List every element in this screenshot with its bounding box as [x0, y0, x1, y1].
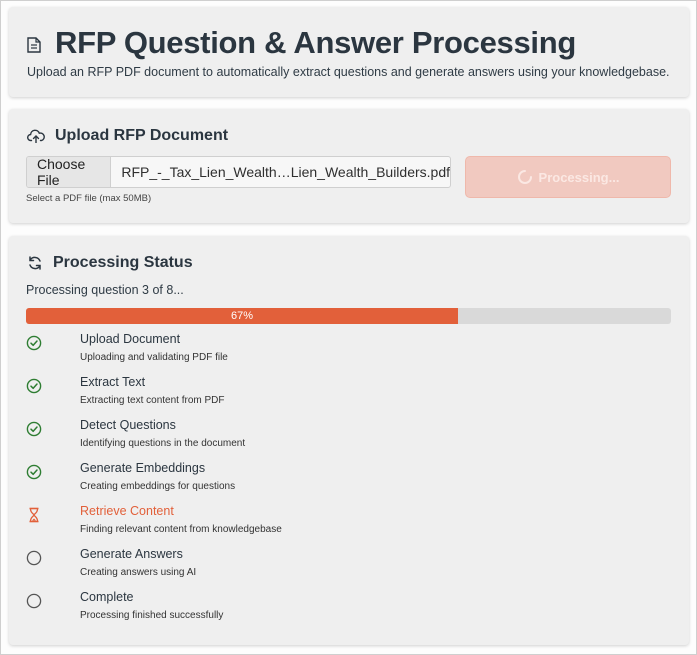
empty-circle-icon: [26, 550, 42, 566]
progress-label: 67%: [231, 310, 254, 322]
step-description: Finding relevant content from knowledgeb…: [80, 524, 282, 535]
spinner-icon: [517, 170, 532, 184]
step-label: Complete: [80, 590, 134, 604]
empty-circle-icon: [26, 593, 42, 609]
step-upload-document: Upload Document Uploading and validating…: [26, 332, 671, 372]
file-help-text: Select a PDF file (max 50MB): [26, 193, 152, 204]
step-label: Upload Document: [80, 332, 181, 346]
check-circle-icon: [26, 378, 42, 394]
step-label: Generate Embeddings: [80, 461, 206, 475]
status-card: Processing Status Processing question 3 …: [9, 236, 689, 645]
upload-card: Upload RFP Document Choose File RFP_-_Ta…: [9, 109, 689, 223]
step-description: Extracting text content from PDF: [80, 395, 225, 406]
app-window: RFP Question & Answer Processing Upload …: [0, 0, 697, 655]
progress-fill: 67%: [26, 308, 459, 324]
step-label: Extract Text: [80, 375, 146, 389]
step-description: Creating embeddings for questions: [80, 481, 236, 492]
selected-file-name: RFP_-_Tax_Lien_Wealth…Lien_Wealth_Builde…: [121, 164, 450, 180]
check-circle-icon: [26, 335, 42, 351]
step-generate-embeddings: Generate Embeddings Creating embeddings …: [26, 461, 671, 501]
process-button-label: Processing...: [538, 169, 620, 185]
process-button[interactable]: Processing...: [465, 156, 671, 198]
step-detect-questions: Detect Questions Identifying questions i…: [26, 418, 671, 458]
step-retrieve-content: Retrieve Content Finding relevant conten…: [26, 504, 671, 544]
check-circle-icon: [26, 464, 42, 480]
step-extract-text: Extract Text Extracting text content fro…: [26, 375, 671, 415]
page-subtitle: Upload an RFP PDF document to automatica…: [27, 65, 670, 79]
status-section-title: Processing Status: [53, 254, 193, 271]
step-generate-answers: Generate Answers Creating answers using …: [26, 547, 671, 587]
upload-title-row: Upload RFP Document: [27, 127, 228, 145]
step-label: Generate Answers: [80, 547, 183, 561]
file-input[interactable]: Choose File RFP_-_Tax_Lien_Wealth…Lien_W…: [26, 156, 451, 188]
header-card: RFP Question & Answer Processing Upload …: [9, 7, 689, 97]
step-description: Creating answers using AI: [80, 567, 197, 578]
page-title: RFP Question & Answer Processing: [55, 25, 576, 60]
cloud-upload-icon: [27, 129, 45, 143]
step-label: Retrieve Content: [80, 504, 174, 518]
refresh-icon: [29, 256, 41, 270]
step-description: Processing finished successfully: [80, 610, 224, 621]
step-description: Uploading and validating PDF file: [80, 352, 228, 363]
title-row: RFP Question & Answer Processing: [27, 25, 576, 61]
status-message: Processing question 3 of 8...: [26, 283, 184, 297]
document-icon: [27, 37, 41, 53]
upload-section-title: Upload RFP Document: [55, 127, 229, 144]
choose-file-button[interactable]: Choose File: [27, 157, 112, 187]
hourglass-icon: [26, 507, 42, 523]
progress-bar: 67%: [26, 308, 671, 324]
step-label: Detect Questions: [80, 418, 176, 432]
step-complete: Complete Processing finished successfull…: [26, 590, 671, 630]
check-circle-icon: [26, 421, 42, 437]
step-description: Identifying questions in the document: [80, 438, 246, 449]
status-title-row: Processing Status: [27, 254, 193, 272]
